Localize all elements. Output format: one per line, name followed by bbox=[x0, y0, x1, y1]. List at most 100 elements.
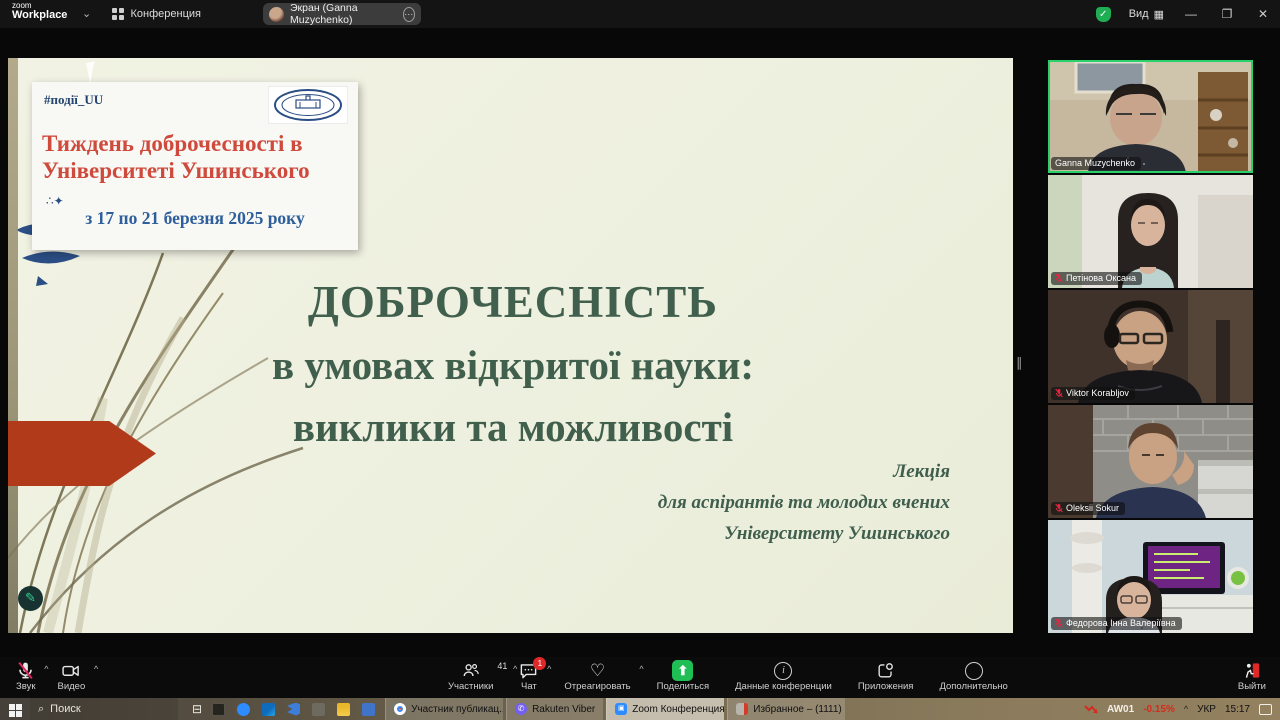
video-label: Видео bbox=[57, 681, 85, 692]
chat-button[interactable]: 1 ^ Чат bbox=[519, 660, 538, 692]
more-button[interactable]: Дополнительно bbox=[939, 660, 1007, 692]
photos-icon[interactable] bbox=[362, 703, 375, 716]
participant-name-badge: Федорова Інна Валеріївна bbox=[1051, 617, 1182, 630]
taskbar-app-label: Избранное – (1111) bbox=[753, 704, 841, 715]
video-tile[interactable]: Федорова Інна Валеріївна bbox=[1048, 520, 1253, 633]
language-indicator[interactable]: УКР bbox=[1197, 704, 1216, 715]
apps-label: Приложения bbox=[858, 681, 914, 692]
heart-icon: ♡ bbox=[590, 661, 605, 681]
zoom-workplace-logo: zoom Workplace bbox=[12, 2, 67, 21]
tab-screen-label: Экран (Ganna Muzychenko) bbox=[290, 2, 397, 26]
taskbar-app-zoom[interactable]: ▣ Zoom Конференция bbox=[606, 698, 724, 720]
slide-subtitle: Лекція для аспірантів та молодих вчених … bbox=[658, 456, 950, 549]
info-label: Данные конференции bbox=[735, 681, 832, 692]
slide-left-edge bbox=[8, 58, 18, 633]
shared-screen-slide: #події_UU Тиждень доброчесності в Універ… bbox=[8, 58, 1013, 633]
muted-mic-icon bbox=[1055, 388, 1063, 398]
camera-icon bbox=[61, 661, 81, 680]
meeting-info-button[interactable]: i Данные конференции bbox=[735, 660, 832, 692]
chat-label: Чат bbox=[521, 681, 537, 692]
event-hashtag: #події_UU bbox=[44, 92, 103, 108]
view-button[interactable]: Вид ▦ bbox=[1129, 8, 1164, 21]
meeting-stage: #події_UU Тиждень доброчесності в Універ… bbox=[0, 28, 1280, 657]
start-button[interactable] bbox=[0, 702, 30, 717]
chevron-down-icon[interactable]: ⌄ bbox=[82, 7, 91, 20]
search-icon: ⌕ bbox=[38, 703, 44, 716]
participant-name: Петінова Оксана bbox=[1066, 273, 1136, 283]
taskbar-app-favorites[interactable]: Избранное – (1111) bbox=[727, 698, 845, 720]
search-placeholder: Поиск bbox=[50, 703, 80, 715]
pinned-app-icon[interactable] bbox=[312, 703, 325, 716]
video-tile[interactable]: Петінова Оксана bbox=[1048, 175, 1253, 288]
slide-title-line2: в умовах відкритої науки: bbox=[128, 334, 898, 396]
react-label: Отреагировать bbox=[564, 681, 630, 692]
apps-icon bbox=[876, 661, 895, 680]
tab-meeting-label: Конференция bbox=[131, 8, 201, 20]
leave-label: Выйти bbox=[1238, 681, 1266, 692]
annotate-pencil-button[interactable]: ✎ bbox=[18, 586, 43, 611]
video-tile[interactable]: Viktor Korabljov bbox=[1048, 290, 1253, 403]
share-screen-icon: ⬆ bbox=[672, 660, 693, 681]
share-button[interactable]: ⬆ Поделиться bbox=[657, 660, 709, 692]
restore-button[interactable]: ❐ bbox=[1218, 7, 1236, 21]
zoom-app-icon[interactable] bbox=[237, 703, 250, 716]
favorites-icon bbox=[736, 703, 748, 715]
view-grid-icon: ▦ bbox=[1154, 8, 1164, 21]
participants-chevron[interactable]: ^ bbox=[513, 664, 517, 674]
panel-resize-handle[interactable]: ∥ bbox=[1016, 355, 1024, 371]
tab-options-icon[interactable]: ⋯ bbox=[403, 7, 415, 22]
taskbar-app-chrome[interactable]: Участник публикац... bbox=[385, 698, 503, 720]
security-shield-icon[interactable]: ✓ bbox=[1096, 7, 1111, 22]
minimize-button[interactable]: — bbox=[1182, 7, 1200, 21]
info-icon: i bbox=[774, 662, 792, 680]
participants-icon bbox=[461, 661, 481, 680]
react-button[interactable]: ♡ ^ Отреагировать bbox=[564, 660, 630, 692]
clock[interactable]: 15:17 bbox=[1225, 704, 1250, 715]
vscode-icon[interactable] bbox=[287, 703, 300, 716]
sparkle-decoration: ∴✦ bbox=[46, 194, 64, 209]
brand-workplace: Workplace bbox=[12, 10, 67, 21]
audio-options-chevron[interactable]: ^ bbox=[44, 664, 48, 674]
taskbar-app-viber[interactable]: ✆ Rakuten Viber bbox=[506, 698, 603, 720]
participants-button[interactable]: 41 ^ Участники bbox=[448, 660, 493, 692]
chat-chevron[interactable]: ^ bbox=[547, 664, 551, 674]
apps-button[interactable]: Приложения bbox=[858, 660, 914, 692]
card-title-line1: Тиждень доброчесності в bbox=[42, 130, 352, 157]
video-sidebar: Ganna Muzychenko Петінова Оксана bbox=[1048, 60, 1253, 635]
windows-taskbar: ⌕ Поиск ⊟ Участник публикац... ✆ Rakuten… bbox=[0, 698, 1280, 720]
participants-label: Участники bbox=[448, 681, 493, 692]
university-logo bbox=[268, 86, 348, 124]
tab-screen-share[interactable]: Экран (Ganna Muzychenko) ⋯ bbox=[263, 3, 421, 25]
video-tile[interactable]: Oleksii Sokur bbox=[1048, 405, 1253, 518]
taskbar-search[interactable]: ⌕ Поиск bbox=[30, 698, 178, 720]
more-label: Дополнительно bbox=[939, 681, 1007, 692]
file-explorer-icon[interactable] bbox=[337, 703, 350, 716]
participants-count: 41 bbox=[497, 661, 507, 671]
share-label: Поделиться bbox=[657, 681, 709, 692]
ticker-change: -0.15% bbox=[1143, 704, 1175, 715]
tray-expand-chevron[interactable]: ^ bbox=[1184, 704, 1188, 714]
notification-center-icon[interactable] bbox=[1259, 704, 1272, 715]
leave-door-icon bbox=[1242, 661, 1262, 680]
pinned-app-icon[interactable] bbox=[212, 703, 225, 716]
avatar bbox=[269, 7, 284, 22]
video-tile[interactable]: Ganna Muzychenko bbox=[1048, 60, 1253, 173]
viber-icon: ✆ bbox=[515, 703, 527, 715]
video-button[interactable]: ^ Видео bbox=[57, 660, 85, 692]
tab-meeting[interactable]: Конференция bbox=[112, 4, 201, 24]
react-chevron[interactable]: ^ bbox=[639, 664, 643, 674]
ticker-symbol: AW01 bbox=[1107, 704, 1134, 715]
video-options-chevron[interactable]: ^ bbox=[94, 664, 98, 674]
leave-button[interactable]: Выйти bbox=[1238, 660, 1266, 692]
outlook-icon[interactable] bbox=[262, 703, 275, 716]
muted-mic-icon bbox=[1055, 273, 1063, 283]
event-card: #події_UU Тиждень доброчесності в Універ… bbox=[32, 82, 358, 250]
task-view-icon[interactable]: ⊟ bbox=[192, 702, 202, 716]
chat-unread-badge: 1 bbox=[533, 657, 546, 670]
taskbar-app-label: Rakuten Viber bbox=[532, 704, 595, 715]
audio-button[interactable]: ^ Звук bbox=[16, 660, 35, 692]
slide-title-line3: виклики та можливості bbox=[128, 396, 898, 458]
slide-title-line1: ДОБРОЧЕСНІСТЬ bbox=[128, 270, 898, 334]
close-button[interactable]: ✕ bbox=[1254, 7, 1272, 21]
participant-name-badge: Viktor Korabljov bbox=[1051, 387, 1135, 400]
